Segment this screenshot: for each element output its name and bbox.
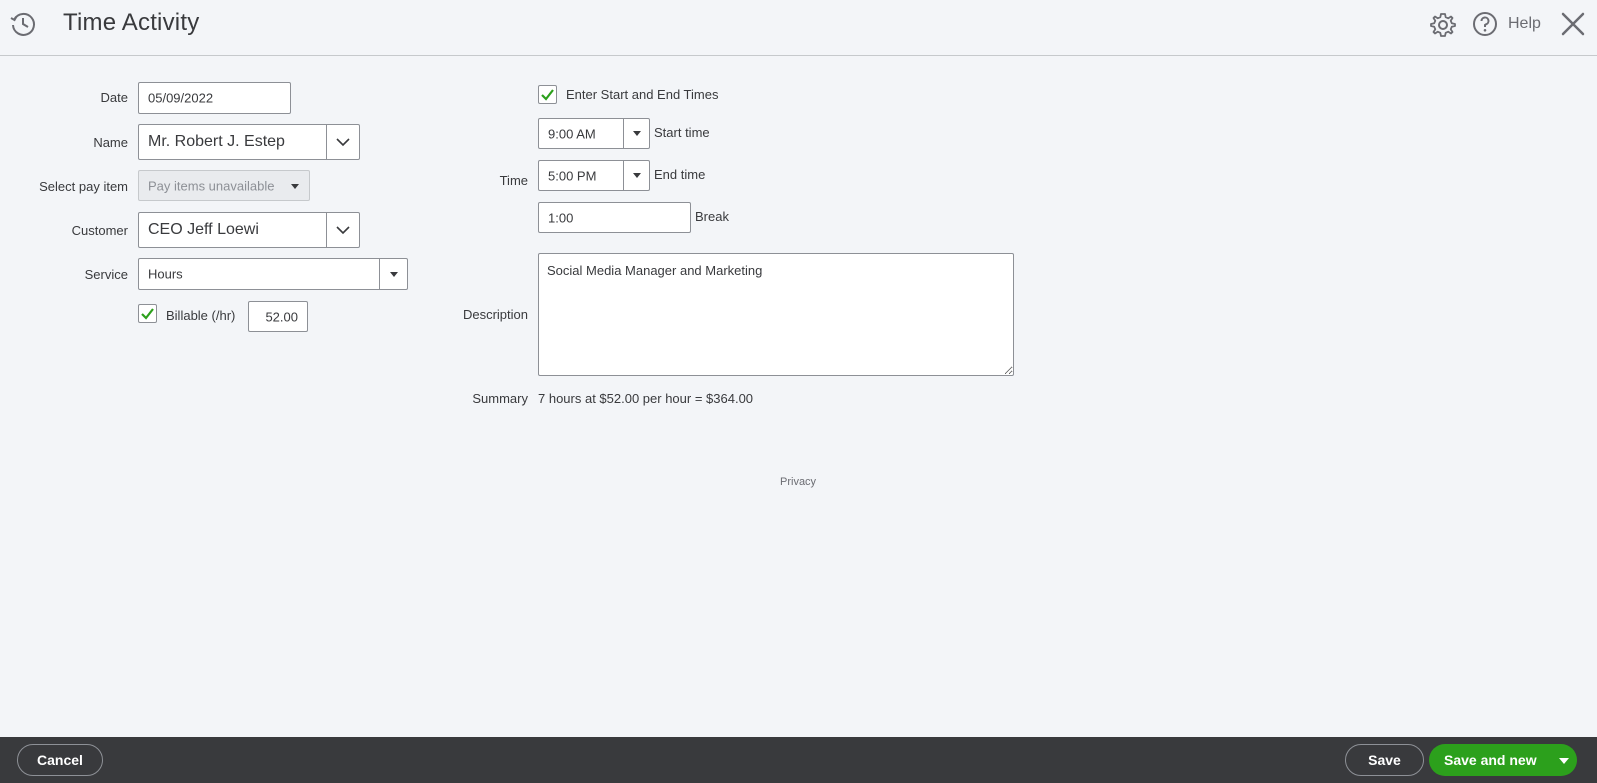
caret-down-icon[interactable]	[1559, 758, 1569, 764]
name-label: Name	[93, 135, 128, 150]
customer-label: Customer	[71, 223, 128, 238]
description-label: Description	[462, 307, 528, 322]
save-and-new-button[interactable]: Save and new	[1429, 744, 1577, 776]
end-time-divider	[623, 161, 624, 190]
chevron-down-icon[interactable]	[336, 138, 350, 147]
checkmark-icon	[141, 308, 154, 320]
start-time-divider	[623, 119, 624, 148]
checkmark-icon	[541, 89, 554, 101]
caret-down-icon[interactable]	[390, 272, 398, 277]
date-value: 05/09/2022	[148, 90, 214, 106]
end-time-value: 5:00 PM	[548, 168, 597, 183]
pay-item-label: Select pay item	[39, 179, 128, 194]
service-value: Hours	[148, 266, 183, 282]
service-label: Service	[84, 267, 128, 282]
name-value: Mr. Robert J. Estep	[148, 133, 285, 150]
enter-times-checkbox[interactable]	[538, 85, 557, 104]
customer-select[interactable]: CEO Jeff Loewi	[138, 212, 360, 248]
service-select[interactable]: Hours	[138, 258, 408, 290]
service-select-divider	[379, 259, 380, 289]
page-header: Time Activity Help	[0, 0, 1597, 56]
caret-down-icon[interactable]	[633, 131, 641, 136]
cancel-button[interactable]: Cancel	[17, 744, 103, 776]
page-title: Time Activity	[63, 9, 200, 36]
end-time-label: End time	[654, 167, 706, 182]
close-icon[interactable]	[1560, 11, 1586, 37]
footer-bar: Cancel Save Save and new	[0, 737, 1597, 783]
name-select[interactable]: Mr. Robert J. Estep	[138, 124, 360, 160]
billable-rate-value: 52.00	[265, 309, 298, 324]
summary-label: Summary	[472, 391, 528, 406]
enter-times-label: Enter Start and End Times	[566, 87, 719, 102]
date-label: Date	[100, 90, 128, 105]
clock-history-icon	[10, 12, 35, 36]
gear-icon[interactable]	[1429, 11, 1457, 39]
customer-select-divider	[326, 213, 327, 247]
caret-down-icon[interactable]	[633, 173, 641, 178]
pay-item-select: Pay items unavailable	[138, 170, 310, 201]
save-and-new-label: Save and new	[1444, 752, 1537, 768]
break-input[interactable]: 1:00	[538, 202, 691, 233]
name-select-divider	[326, 125, 327, 159]
help-link[interactable]: Help	[1508, 15, 1541, 33]
date-field[interactable]: 05/09/2022	[138, 82, 291, 114]
start-time-value: 9:00 AM	[548, 126, 596, 141]
question-circle-icon[interactable]	[1472, 11, 1498, 37]
save-button[interactable]: Save	[1345, 744, 1424, 776]
caret-down-icon	[291, 184, 299, 189]
description-textarea[interactable]: Social Media Manager and Marketing	[538, 253, 1014, 376]
break-value: 1:00	[548, 210, 574, 225]
start-time-select[interactable]: 9:00 AM	[538, 118, 650, 149]
privacy-link[interactable]: Privacy	[780, 476, 816, 488]
billable-rate-input[interactable]: 52.00	[248, 301, 308, 332]
customer-value: CEO Jeff Loewi	[148, 221, 259, 238]
billable-checkbox[interactable]	[138, 304, 157, 323]
start-time-label: Start time	[654, 125, 710, 140]
billable-label: Billable (/hr)	[166, 308, 236, 323]
break-label: Break	[695, 209, 729, 224]
time-label: Time	[499, 173, 528, 188]
summary-text: 7 hours at $52.00 per hour = $364.00	[538, 391, 754, 406]
end-time-select[interactable]: 5:00 PM	[538, 160, 650, 191]
chevron-down-icon[interactable]	[336, 226, 350, 235]
pay-item-value: Pay items unavailable	[148, 178, 275, 193]
